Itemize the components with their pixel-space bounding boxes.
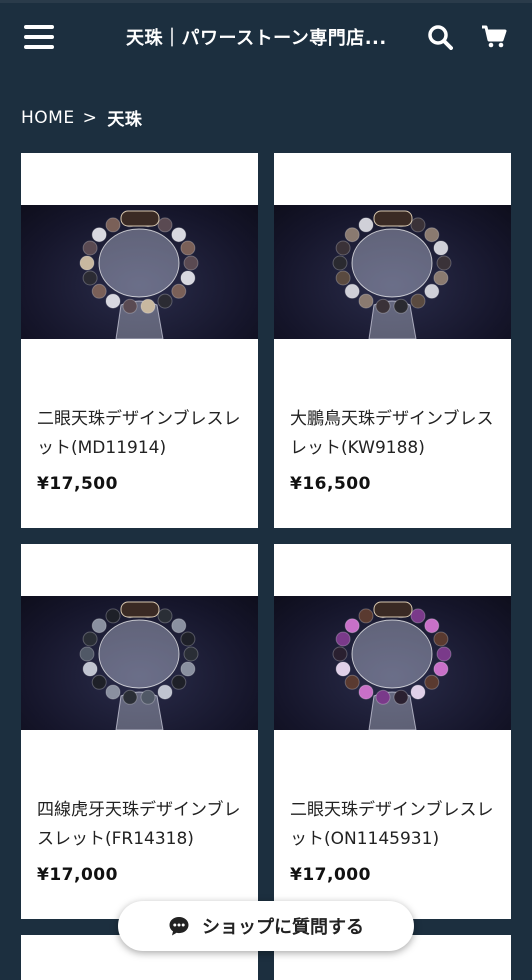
product-price: ¥16,500	[290, 474, 371, 494]
bead	[91, 674, 107, 690]
breadcrumb: HOME > 天珠	[0, 105, 532, 131]
bead	[393, 689, 409, 705]
bead	[157, 293, 173, 309]
bead	[171, 674, 187, 690]
bead	[105, 217, 121, 233]
bead	[82, 631, 98, 647]
breadcrumb-current: 天珠	[107, 110, 143, 130]
product-price: ¥17,000	[37, 865, 118, 885]
top-bar: 天珠｜パワーストーン専門店...	[0, 0, 532, 70]
bead	[424, 674, 440, 690]
bead	[375, 689, 391, 705]
ask-shop-button[interactable]: ショップに質問する	[118, 901, 414, 951]
product-grid: 二眼天珠デザインブレスレット(MD11914) ¥17,500 大鵬鳥天珠デザイ…	[21, 153, 511, 980]
product-price: ¥17,500	[37, 474, 118, 494]
bead	[410, 684, 426, 700]
bead	[358, 293, 374, 309]
bead	[332, 646, 348, 662]
bead	[140, 689, 156, 705]
bead	[180, 240, 196, 256]
bead	[433, 240, 449, 256]
product-card[interactable]: 二眼天珠デザインブレスレット(MD11914) ¥17,500	[21, 153, 258, 528]
bead	[393, 298, 409, 314]
dzi-bead	[373, 210, 413, 227]
bead	[424, 227, 440, 243]
bead	[140, 298, 156, 314]
breadcrumb-separator: >	[82, 107, 98, 128]
ask-shop-label: ショップに質問する	[202, 917, 364, 938]
bead	[410, 293, 426, 309]
product-image	[274, 205, 511, 339]
bead	[358, 608, 374, 624]
shop-title[interactable]: 天珠｜パワーストーン専門店...	[126, 24, 404, 50]
bead	[79, 255, 95, 271]
bead	[335, 270, 351, 286]
bead	[122, 298, 138, 314]
bead	[344, 618, 360, 634]
product-price: ¥17,000	[290, 865, 371, 885]
bead	[375, 298, 391, 314]
bead	[180, 661, 196, 677]
bead	[91, 227, 107, 243]
bead	[171, 618, 187, 634]
bead	[105, 293, 121, 309]
bead	[436, 646, 452, 662]
bead	[183, 255, 199, 271]
product-name: 二眼天珠デザインブレスレット(MD11914)	[37, 409, 241, 458]
bead	[424, 283, 440, 299]
hamburger-menu-icon[interactable]	[24, 24, 54, 49]
product-name: 二眼天珠デザインブレスレット(ON1145931)	[290, 800, 494, 849]
bead	[344, 227, 360, 243]
bead	[410, 217, 426, 233]
bead	[82, 661, 98, 677]
bead	[332, 255, 348, 271]
bead	[91, 618, 107, 634]
bead	[105, 684, 121, 700]
product-image	[21, 205, 258, 339]
breadcrumb-home-link[interactable]: HOME	[21, 108, 75, 128]
bead	[344, 283, 360, 299]
bead	[79, 646, 95, 662]
bead	[335, 240, 351, 256]
bead	[180, 631, 196, 647]
chat-bubble-icon	[169, 917, 189, 936]
bead	[335, 661, 351, 677]
dzi-bead	[120, 601, 160, 618]
bead	[433, 631, 449, 647]
bead	[436, 255, 452, 271]
bead	[410, 608, 426, 624]
bead	[433, 270, 449, 286]
dzi-bead	[373, 601, 413, 618]
product-image	[274, 596, 511, 730]
bead	[183, 646, 199, 662]
bead	[433, 661, 449, 677]
bead	[157, 608, 173, 624]
product-card[interactable]: 二眼天珠デザインブレスレット(ON1145931) ¥17,000	[274, 544, 511, 919]
product-card[interactable]: 大鵬鳥天珠デザインブレスレット(KW9188) ¥16,500	[274, 153, 511, 528]
bead	[344, 674, 360, 690]
bead	[82, 270, 98, 286]
search-icon[interactable]	[422, 19, 458, 55]
bead	[82, 240, 98, 256]
cart-icon[interactable]	[476, 19, 512, 55]
bead	[91, 283, 107, 299]
bead	[358, 217, 374, 233]
product-name: 四線虎牙天珠デザインブレスレット(FR14318)	[37, 800, 241, 849]
bead	[105, 608, 121, 624]
bead	[171, 283, 187, 299]
bead	[424, 618, 440, 634]
bead	[335, 631, 351, 647]
product-image	[21, 596, 258, 730]
bead	[157, 684, 173, 700]
product-card[interactable]: 四線虎牙天珠デザインブレスレット(FR14318) ¥17,000	[21, 544, 258, 919]
dzi-bead	[120, 210, 160, 227]
bead	[180, 270, 196, 286]
bead	[358, 684, 374, 700]
bead	[171, 227, 187, 243]
product-name: 大鵬鳥天珠デザインブレスレット(KW9188)	[290, 409, 494, 458]
bead	[157, 217, 173, 233]
bead	[122, 689, 138, 705]
